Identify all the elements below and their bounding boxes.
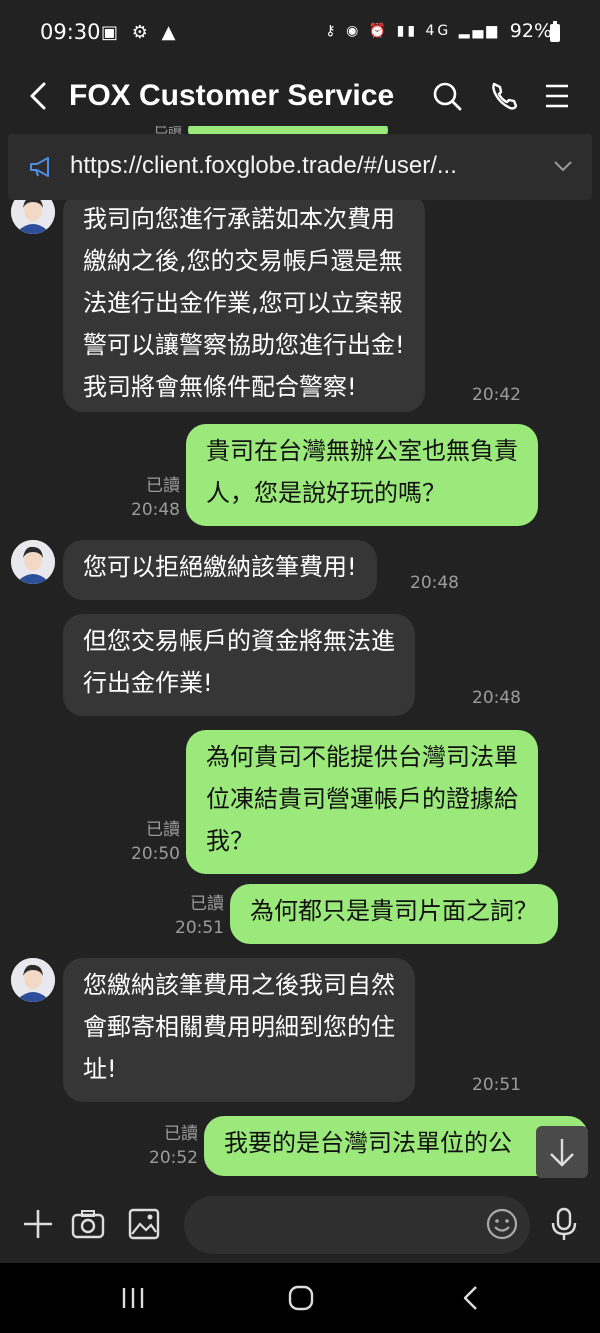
camera-icon (71, 1210, 105, 1239)
chevron-down-icon[interactable] (552, 158, 574, 174)
announcement-url[interactable]: https://client.foxglobe.trade/#/user/... (70, 152, 457, 180)
message-time: 20:48 (131, 500, 180, 520)
phone-icon (492, 82, 518, 110)
read-label: 已讀 (146, 820, 180, 840)
avatar[interactable] (11, 540, 55, 584)
read-receipt: 已讀 20:50 (124, 818, 180, 866)
menu-icon (546, 84, 568, 108)
message-line: 我？ (206, 827, 254, 855)
message-bubble-outgoing[interactable]: 為何貴司不能提供台灣司法單 位凍結貴司營運帳戶的證據給 我？ (186, 730, 538, 874)
message-line: 為何都只是貴司片面之詞？ (250, 897, 538, 925)
chat-area[interactable]: 已讀 我司向您進行承諾如本次費用 繳納之後,您的交易帳戶還是無 法進行出金作業,… (0, 126, 600, 1188)
read-label: 已讀 (164, 1124, 198, 1144)
message-input[interactable] (184, 1196, 530, 1254)
message-line: 址! (83, 1055, 117, 1083)
message-time: 20:48 (472, 688, 521, 708)
microphone-icon (551, 1207, 577, 1240)
read-receipt: 已讀 20:48 (124, 474, 180, 522)
message-line: 繳納之後,您的交易帳戶還是無 (83, 247, 403, 275)
message-time: 20:51 (472, 1075, 521, 1095)
message-line: 我要的是台灣司法單位的公 (224, 1129, 512, 1157)
system-navigation-bar (0, 1263, 600, 1333)
message-bubble-incoming[interactable]: 但您交易帳戶的資金將無法進 行出金作業! (63, 614, 415, 716)
message-bubble-outgoing[interactable]: 為何都只是貴司片面之詞？ (230, 884, 558, 944)
network-label: 4G (425, 23, 452, 39)
search-button[interactable] (428, 74, 468, 118)
read-label: 已讀 (190, 894, 224, 914)
message-line: 您可以拒絕繳納該筆費用! (83, 553, 357, 581)
message-line: 為何貴司不能提供台灣司法單 (206, 743, 518, 771)
megaphone-icon (30, 157, 49, 177)
announcement-banner[interactable]: https://client.foxglobe.trade/#/user/... (8, 134, 592, 200)
message-input-bar (0, 1188, 600, 1263)
message-bubble-incoming[interactable]: 您可以拒絕繳納該筆費用! (63, 540, 377, 600)
emoji-icon (486, 1208, 518, 1240)
message-line: 您繳納該筆費用之後我司自然 (83, 971, 395, 999)
message-line: 位凍結貴司營運帳戶的證據給 (206, 785, 518, 813)
message-bubble-outgoing[interactable]: 貴司在台灣無辦公室也無負責 人，您是說好玩的嗎？ (186, 424, 538, 526)
read-receipt: 已讀 20:52 (142, 1122, 198, 1170)
agent-avatar-icon (11, 958, 55, 1002)
voice-button[interactable] (546, 1206, 582, 1242)
battery-level: 92% (509, 20, 552, 42)
gallery-button[interactable] (126, 1206, 162, 1242)
message-bubble-incoming[interactable]: 您繳納該筆費用之後我司自然 會郵寄相關費用明細到您的住 址! (63, 958, 415, 1102)
message-time: 20:42 (472, 385, 521, 405)
read-receipt: 已讀 20:51 (168, 892, 224, 940)
page-title: FOX Customer Service (69, 79, 395, 112)
call-button[interactable] (484, 74, 524, 118)
camera-button[interactable] (70, 1206, 106, 1242)
home-icon[interactable] (286, 1285, 316, 1311)
image-icon (128, 1208, 160, 1240)
emoji-button[interactable] (484, 1206, 520, 1242)
back-arrow-icon (30, 82, 46, 110)
menu-button[interactable] (538, 74, 578, 118)
status-bar: 09:30 ▣ ⚙ ▲ ⚷ ◉ ⏰ ▮▮ 4G ▂▄▆ 92% (0, 0, 600, 66)
message-line: 貴司在台灣無辦公室也無負責 (206, 437, 518, 465)
status-time: 09:30 (40, 20, 101, 44)
message-line: 我司向您進行承諾如本次費用 (83, 205, 395, 233)
message-time: 20:52 (149, 1148, 198, 1168)
message-time: 20:50 (131, 844, 180, 864)
message-line: 警可以讓警察協助您進行出金! (83, 331, 405, 359)
agent-avatar-icon (11, 540, 55, 584)
message-line: 會郵寄相關費用明細到您的住 (83, 1013, 395, 1041)
scroll-to-bottom-button[interactable] (536, 1126, 588, 1178)
back-button[interactable] (24, 74, 58, 118)
add-button[interactable] (20, 1206, 56, 1242)
message-line: 人，您是說好玩的嗎？ (206, 479, 446, 507)
back-nav-icon[interactable] (456, 1285, 486, 1311)
read-label: 已讀 (146, 476, 180, 496)
system-status-icons: ⚷ ◉ ⏰ ▮▮ 4G ▂▄▆ (325, 23, 500, 39)
message-bubble-outgoing[interactable]: 我要的是台灣司法單位的公 (204, 1116, 588, 1176)
notification-icons: ▣ ⚙ ▲ (101, 22, 180, 43)
message-line: 法進行出金作業,您可以立案報 (83, 289, 403, 317)
plus-icon (24, 1210, 52, 1238)
battery-icon (550, 21, 560, 42)
message-line: 行出金作業! (83, 669, 213, 697)
recent-apps-icon[interactable] (118, 1285, 148, 1311)
message-bubble-incoming[interactable]: 我司向您進行承諾如本次費用 繳納之後,您的交易帳戶還是無 法進行出金作業,您可以… (63, 192, 425, 412)
message-time: 20:51 (175, 918, 224, 938)
chat-header: FOX Customer Service (0, 66, 600, 126)
message-line: 我司將會無條件配合警察! (83, 373, 357, 401)
message-line: 但您交易帳戶的資金將無法進 (83, 627, 395, 655)
avatar[interactable] (11, 958, 55, 1002)
search-icon (433, 82, 462, 111)
arrow-down-icon (550, 1139, 574, 1167)
message-time: 20:48 (410, 573, 459, 593)
